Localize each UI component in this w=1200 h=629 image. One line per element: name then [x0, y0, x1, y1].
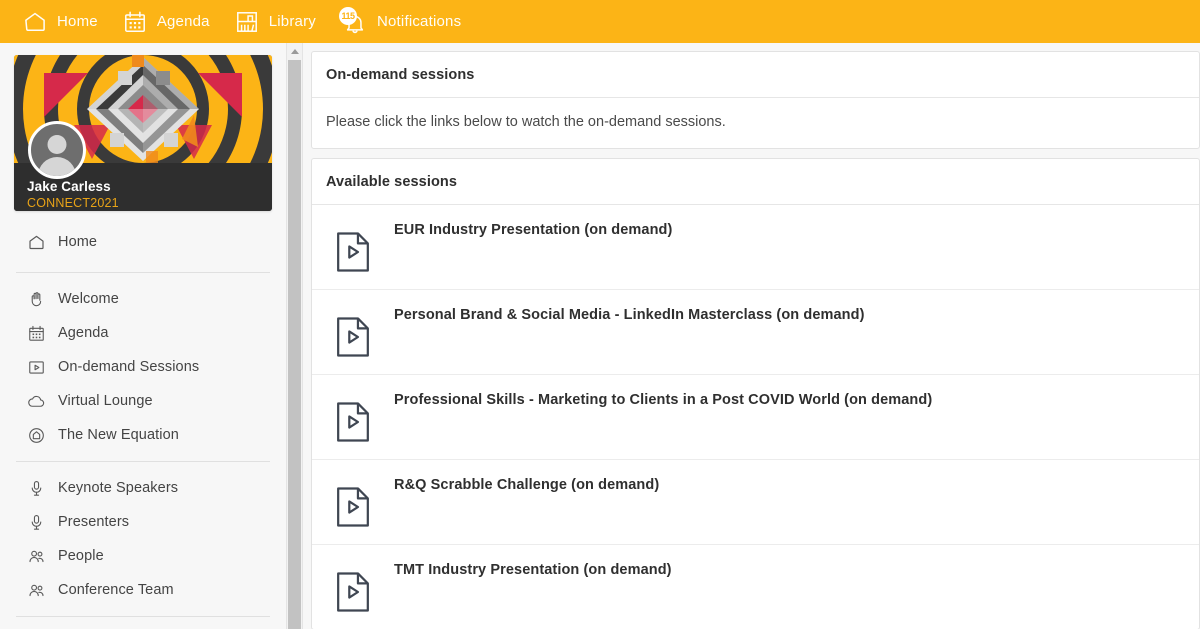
top-navigation-bar: Home Agenda Library: [0, 0, 1200, 43]
sidebar-label-agenda: Agenda: [58, 325, 109, 341]
session-list-item[interactable]: Personal Brand & Social Media - LinkedIn…: [312, 290, 1199, 375]
document-play-icon: [334, 486, 372, 528]
calendar-icon: [122, 9, 148, 35]
sidebar-label-conference-team: Conference Team: [58, 582, 174, 598]
on-demand-intro-card: On-demand sessions Please click the link…: [311, 51, 1200, 149]
profile-name: Jake Carless: [27, 179, 111, 194]
sidebar-label-home: Home: [58, 234, 97, 250]
waving-hand-icon: [27, 290, 46, 309]
topnav-label-agenda: Agenda: [157, 13, 210, 30]
home-icon: [22, 9, 48, 35]
session-list-item[interactable]: EUR Industry Presentation (on demand): [312, 205, 1199, 290]
main-content: On-demand sessions Please click the link…: [303, 43, 1200, 629]
topnav-item-library[interactable]: Library: [230, 0, 336, 43]
topnav-item-home[interactable]: Home: [18, 0, 118, 43]
bookshelf-icon: [234, 9, 260, 35]
sidebar-label-the-new-equation: The New Equation: [58, 427, 179, 443]
session-title: EUR Industry Presentation (on demand): [394, 221, 672, 238]
scroll-up-arrow-icon[interactable]: [287, 43, 302, 60]
sidebar-item-welcome[interactable]: Welcome: [0, 282, 286, 316]
document-play-icon: [334, 316, 372, 358]
page-body: Jake Carless CONNECT2021 Home: [0, 43, 1200, 629]
sidebar: Jake Carless CONNECT2021 Home: [0, 43, 286, 629]
sidebar-item-the-new-equation[interactable]: The New Equation: [0, 418, 286, 452]
people-icon: [27, 547, 46, 566]
sidebar-item-home[interactable]: Home: [0, 225, 286, 259]
document-play-icon: [334, 231, 372, 273]
on-demand-card-title: On-demand sessions: [312, 52, 1199, 98]
session-title: Professional Skills - Marketing to Clien…: [394, 391, 932, 408]
sidebar-group-people: Keynote Speakers Presenters: [0, 462, 286, 616]
session-list-item[interactable]: R&Q Scrabble Challenge (on demand): [312, 460, 1199, 545]
profile-card[interactable]: Jake Carless CONNECT2021: [14, 55, 272, 211]
sidebar-item-virtual-lounge[interactable]: Virtual Lounge: [0, 384, 286, 418]
topnav-item-agenda[interactable]: Agenda: [118, 0, 230, 43]
session-list-item[interactable]: TMT Industry Presentation (on demand): [312, 545, 1199, 629]
sidebar-label-keynote-speakers: Keynote Speakers: [58, 480, 178, 496]
sidebar-label-virtual-lounge: Virtual Lounge: [58, 393, 153, 409]
microphone-icon: [27, 479, 46, 498]
document-play-icon: [334, 401, 372, 443]
sidebar-item-people[interactable]: People: [0, 539, 286, 573]
sidebar-group-primary: Welcome Agenda: [0, 273, 286, 461]
sidebar-item-conference-team[interactable]: Conference Team: [0, 573, 286, 607]
scrollbar-thumb[interactable]: [288, 60, 301, 629]
topnav-label-library: Library: [269, 13, 316, 30]
sidebar-item-on-demand-sessions[interactable]: On-demand Sessions: [0, 350, 286, 384]
bell-icon: 115: [340, 9, 368, 35]
video-play-icon: [27, 358, 46, 377]
document-play-icon: [334, 571, 372, 613]
sidebar-divider-3: [16, 616, 270, 617]
cloud-icon: [27, 392, 46, 411]
session-title: Personal Brand & Social Media - LinkedIn…: [394, 306, 865, 323]
on-demand-card-body: Please click the links below to watch th…: [312, 98, 1199, 148]
topnav-label-notifications: Notifications: [377, 13, 461, 30]
session-title: R&Q Scrabble Challenge (on demand): [394, 476, 659, 493]
topnav-item-notifications[interactable]: 115 Notifications: [336, 0, 481, 43]
sidebar-label-welcome: Welcome: [58, 291, 119, 307]
microphone-icon: [27, 513, 46, 532]
topnav-label-home: Home: [57, 13, 98, 30]
notification-count-badge: 115: [339, 7, 357, 25]
session-list-item[interactable]: Professional Skills - Marketing to Clien…: [312, 375, 1199, 460]
profile-event-code: CONNECT2021: [27, 196, 119, 210]
available-sessions-title: Available sessions: [312, 159, 1199, 205]
people-icon: [27, 581, 46, 600]
sidebar-label-on-demand-sessions: On-demand Sessions: [58, 359, 199, 375]
sidebar-item-presenters[interactable]: Presenters: [0, 505, 286, 539]
sidebar-label-presenters: Presenters: [58, 514, 129, 530]
circled-pentagon-icon: [27, 426, 46, 445]
home-icon: [27, 233, 46, 252]
sidebar-item-agenda[interactable]: Agenda: [0, 316, 286, 350]
sidebar-label-people: People: [58, 548, 104, 564]
session-title: TMT Industry Presentation (on demand): [394, 561, 672, 578]
available-sessions-card: Available sessions EUR Industry Presenta…: [311, 158, 1200, 629]
sidebar-item-keynote-speakers[interactable]: Keynote Speakers: [0, 471, 286, 505]
calendar-icon: [27, 324, 46, 343]
avatar[interactable]: [28, 121, 86, 179]
sidebar-scrollbar[interactable]: [286, 43, 303, 629]
